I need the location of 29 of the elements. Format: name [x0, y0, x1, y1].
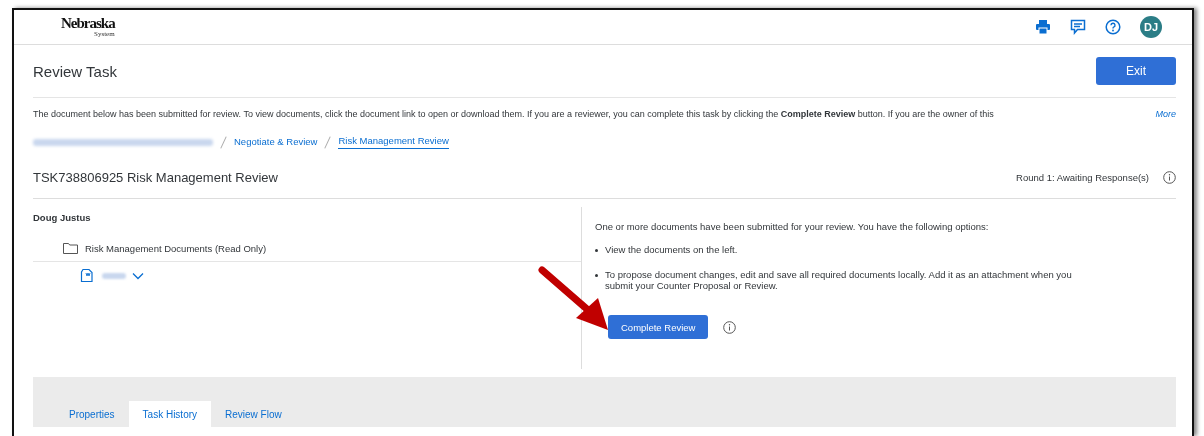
bullet-dot: [595, 249, 598, 252]
document-icon[interactable]: [80, 268, 96, 283]
complete-review-button[interactable]: Complete Review: [608, 315, 709, 339]
chevron-down-icon[interactable]: [132, 271, 144, 280]
task-status: Round 1: Awaiting Response(s): [1016, 171, 1149, 183]
folder-name[interactable]: Risk Management Documents (Read Only): [85, 242, 267, 254]
feedback-icon[interactable]: [1070, 19, 1086, 35]
info-icon[interactable]: [723, 320, 737, 334]
tab[interactable]: Review Flow: [211, 401, 296, 427]
printer-icon[interactable]: [1035, 19, 1051, 35]
user-avatar[interactable]: DJ: [1140, 16, 1162, 38]
bullet-dot: [595, 274, 598, 277]
tab[interactable]: Properties: [55, 401, 129, 427]
page-title: Review Task: [33, 62, 117, 80]
tab[interactable]: Task History: [128, 401, 212, 427]
info-icon[interactable]: [1163, 170, 1176, 184]
breadcrumb-link[interactable]: Risk Management Review: [338, 135, 449, 149]
description-text: The document below has been submitted for review. To view documents, click the document link to open or download them. If you are a reviewer, you can complete this task by clicking the Complete Review button. If you are the owner of this: [33, 109, 994, 119]
logo-name: Nebraska: [61, 16, 115, 31]
reviewer-name: Doug Justus: [33, 211, 92, 223]
bullet-text: View the documents on the left.: [605, 244, 738, 255]
help-icon[interactable]: [1105, 19, 1121, 35]
bullet-text: To propose document changes, edit and save all required documents locally. Add it as an attachment when you submit your Counter Proposal or Review.: [605, 269, 1073, 291]
more-link[interactable]: More: [1155, 109, 1176, 119]
task-title: TSK738806925 Risk Management Review: [33, 169, 279, 185]
breadcrumb-link[interactable]: Negotiate & Review: [234, 135, 318, 149]
instructions-text: One or more documents have been submitted for your review. You have the following options:: [595, 221, 990, 232]
exit-button[interactable]: Exit: [1096, 57, 1176, 85]
folder-icon: [63, 242, 78, 254]
